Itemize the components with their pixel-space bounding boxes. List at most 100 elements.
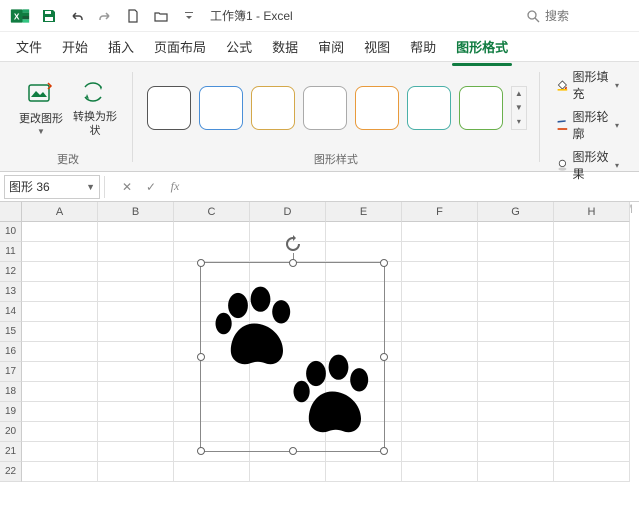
cell[interactable] bbox=[402, 422, 478, 442]
cell[interactable] bbox=[98, 442, 174, 462]
cell[interactable] bbox=[326, 222, 402, 242]
cell[interactable] bbox=[554, 242, 630, 262]
cell[interactable] bbox=[174, 242, 250, 262]
cell[interactable] bbox=[98, 462, 174, 482]
cell[interactable] bbox=[98, 422, 174, 442]
save-button[interactable] bbox=[36, 3, 62, 29]
cell[interactable] bbox=[478, 382, 554, 402]
style-preset-5[interactable] bbox=[355, 86, 399, 130]
cell[interactable] bbox=[22, 402, 98, 422]
col-header[interactable]: E bbox=[326, 202, 402, 222]
resize-handle-w[interactable] bbox=[197, 353, 205, 361]
cell[interactable] bbox=[478, 322, 554, 342]
new-file-button[interactable] bbox=[120, 3, 146, 29]
cell[interactable] bbox=[22, 442, 98, 462]
resize-handle-sw[interactable] bbox=[197, 447, 205, 455]
tab-review[interactable]: 审阅 bbox=[310, 33, 352, 60]
resize-handle-s[interactable] bbox=[289, 447, 297, 455]
cell[interactable] bbox=[554, 342, 630, 362]
cell[interactable] bbox=[326, 242, 402, 262]
cell[interactable] bbox=[98, 222, 174, 242]
cell[interactable] bbox=[98, 322, 174, 342]
cell[interactable] bbox=[98, 342, 174, 362]
row-header[interactable]: 15 bbox=[0, 322, 22, 342]
cell[interactable] bbox=[554, 262, 630, 282]
cell[interactable] bbox=[98, 402, 174, 422]
cell[interactable] bbox=[478, 462, 554, 482]
cell[interactable] bbox=[402, 402, 478, 422]
cell[interactable] bbox=[402, 282, 478, 302]
cell[interactable] bbox=[554, 282, 630, 302]
cell[interactable] bbox=[22, 222, 98, 242]
cell[interactable] bbox=[554, 422, 630, 442]
cell[interactable] bbox=[554, 402, 630, 422]
cell[interactable] bbox=[22, 262, 98, 282]
redo-button[interactable] bbox=[92, 3, 118, 29]
cell[interactable] bbox=[478, 282, 554, 302]
row-header[interactable]: 19 bbox=[0, 402, 22, 422]
tab-page-layout[interactable]: 页面布局 bbox=[146, 33, 214, 60]
cell[interactable] bbox=[98, 362, 174, 382]
cell[interactable] bbox=[478, 302, 554, 322]
cell[interactable] bbox=[554, 322, 630, 342]
tab-insert[interactable]: 插入 bbox=[100, 33, 142, 60]
cell[interactable] bbox=[478, 442, 554, 462]
style-preset-6[interactable] bbox=[407, 86, 451, 130]
col-header[interactable]: C bbox=[174, 202, 250, 222]
cell[interactable] bbox=[98, 282, 174, 302]
style-preset-4[interactable] bbox=[303, 86, 347, 130]
cell[interactable] bbox=[22, 362, 98, 382]
cell[interactable] bbox=[554, 302, 630, 322]
cell[interactable] bbox=[554, 462, 630, 482]
cell[interactable] bbox=[478, 242, 554, 262]
cell[interactable] bbox=[554, 442, 630, 462]
cell[interactable] bbox=[22, 462, 98, 482]
resize-handle-ne[interactable] bbox=[380, 259, 388, 267]
row-header[interactable]: 11 bbox=[0, 242, 22, 262]
row-header[interactable]: 16 bbox=[0, 342, 22, 362]
undo-button[interactable] bbox=[64, 3, 90, 29]
row-header[interactable]: 18 bbox=[0, 382, 22, 402]
cell[interactable] bbox=[402, 302, 478, 322]
rotate-handle[interactable] bbox=[284, 235, 302, 253]
tab-home[interactable]: 开始 bbox=[54, 33, 96, 60]
row-header[interactable]: 17 bbox=[0, 362, 22, 382]
row-header[interactable]: 10 bbox=[0, 222, 22, 242]
row-header[interactable]: 12 bbox=[0, 262, 22, 282]
cell[interactable] bbox=[554, 382, 630, 402]
cell[interactable] bbox=[554, 222, 630, 242]
cell[interactable] bbox=[478, 362, 554, 382]
resize-handle-se[interactable] bbox=[380, 447, 388, 455]
col-header[interactable]: A bbox=[22, 202, 98, 222]
cell[interactable] bbox=[402, 442, 478, 462]
cell[interactable] bbox=[22, 422, 98, 442]
row-header[interactable]: 22 bbox=[0, 462, 22, 482]
cancel-formula-button[interactable]: ✕ bbox=[117, 177, 137, 197]
selected-shape[interactable] bbox=[200, 262, 385, 452]
cell[interactable] bbox=[402, 262, 478, 282]
col-header[interactable]: G bbox=[478, 202, 554, 222]
styles-more-button[interactable]: ▲▼▾ bbox=[511, 86, 527, 130]
graphic-effects-button[interactable]: 图形效果▾ bbox=[552, 146, 623, 184]
cell[interactable] bbox=[22, 342, 98, 362]
style-preset-3[interactable] bbox=[251, 86, 295, 130]
tab-view[interactable]: 视图 bbox=[356, 33, 398, 60]
style-preset-1[interactable] bbox=[147, 86, 191, 130]
tab-graphics-format[interactable]: 图形格式 bbox=[448, 33, 516, 60]
cell[interactable] bbox=[22, 302, 98, 322]
row-header[interactable]: 21 bbox=[0, 442, 22, 462]
col-header[interactable]: F bbox=[402, 202, 478, 222]
cell[interactable] bbox=[402, 222, 478, 242]
cell[interactable] bbox=[402, 342, 478, 362]
tab-data[interactable]: 数据 bbox=[264, 33, 306, 60]
graphic-fill-button[interactable]: 图形填充▾ bbox=[552, 66, 623, 104]
name-box[interactable]: 图形 36 ▼ bbox=[4, 175, 100, 199]
cell[interactable] bbox=[402, 362, 478, 382]
cell[interactable] bbox=[22, 242, 98, 262]
cell[interactable] bbox=[478, 422, 554, 442]
cell[interactable] bbox=[98, 242, 174, 262]
search-input[interactable] bbox=[545, 9, 605, 23]
cell[interactable] bbox=[250, 462, 326, 482]
cell[interactable] bbox=[174, 222, 250, 242]
cell[interactable] bbox=[402, 322, 478, 342]
